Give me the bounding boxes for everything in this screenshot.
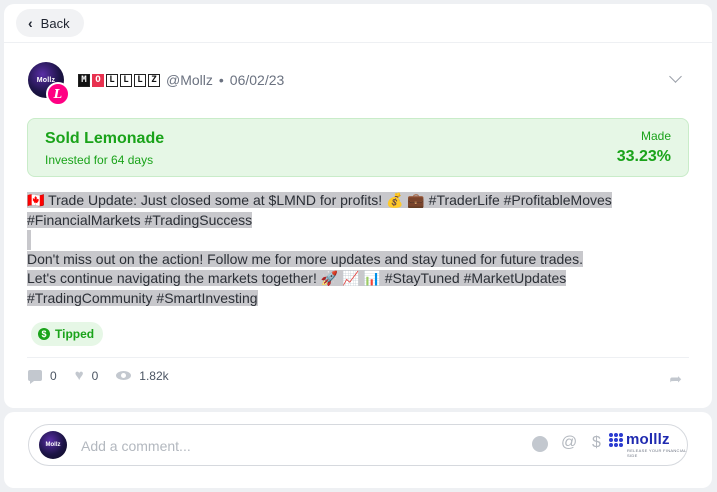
eye-icon — [116, 371, 132, 380]
like-count: 0 — [91, 368, 99, 383]
avatar-logo-text: Mollz — [45, 442, 61, 448]
name-glyph: L — [120, 73, 132, 87]
author-line: M O L L L Z @Mollz • 06/02/23 — [78, 72, 284, 88]
result-subtitle: Invested for 64 days — [45, 153, 154, 167]
user-avatar: Mollz — [39, 431, 67, 459]
comment-composer: Mollz @ $ molllz RELEASE YOUR FINANCIAL … — [4, 412, 712, 488]
post-text: Let's continue navigating the markets to… — [27, 270, 567, 286]
meta-separator: • — [218, 72, 224, 88]
comment-button[interactable]: 0 — [28, 368, 57, 384]
post-text: #FinancialMarkets #TradingSuccess — [27, 211, 253, 228]
post-body: 🇨🇦 Trade Update: Just closed some at $LM… — [27, 191, 667, 308]
trade-result-box: Sold Lemonade Invested for 64 days Made … — [27, 118, 689, 177]
made-value: 33.23% — [616, 148, 671, 165]
comment-box: Mollz @ $ molllz RELEASE YOUR FINANCIAL … — [28, 424, 688, 466]
mention-icon[interactable]: @ — [561, 434, 577, 452]
share-icon[interactable]: ➦ — [669, 370, 682, 388]
chevron-down-icon[interactable] — [669, 70, 682, 83]
divider — [27, 357, 689, 358]
post-text: #TradingCommunity #SmartInvesting — [27, 289, 258, 306]
blank-line — [27, 230, 667, 250]
tipped-label: Tipped — [55, 327, 95, 341]
name-glyph: L — [134, 73, 146, 87]
view-count: 1.82k — [139, 368, 169, 383]
logo-dots-icon — [609, 432, 623, 447]
chevron-left-icon: ‹ — [28, 15, 33, 31]
heart-icon: ♥ — [74, 367, 84, 384]
like-button[interactable]: ♥ 0 — [75, 368, 99, 383]
result-title: Sold Lemonade — [45, 130, 165, 147]
top-bar: ‹ Back — [4, 4, 712, 43]
post-text: 🇨🇦 Trade Update: Just closed some at $LM… — [27, 192, 612, 208]
dollar-icon: $ — [38, 328, 50, 340]
brand-name: molllz — [626, 431, 670, 448]
name-glyph: Z — [148, 73, 160, 87]
comment-icon — [28, 370, 42, 384]
back-label: Back — [40, 15, 70, 31]
comment-count: 0 — [50, 368, 57, 383]
tip-dollar-icon[interactable]: $ — [592, 434, 601, 452]
name-glyph: L — [106, 73, 118, 87]
made-label: Made — [640, 129, 671, 143]
post-text-line: #TradingCommunity #SmartInvesting — [27, 289, 667, 309]
post-text-line: Don't miss out on the action! Follow me … — [27, 250, 667, 270]
views-stat: 1.82k — [116, 368, 169, 383]
emoji-icon[interactable] — [532, 436, 548, 452]
brand-tagline: RELEASE YOUR FINANCIAL SIDE — [627, 448, 687, 458]
post-header: Mollz L M O L L L Z @Mollz • 06/02/23 — [28, 60, 688, 106]
comment-input[interactable] — [79, 435, 523, 457]
tipped-badge: $ Tipped — [31, 322, 104, 346]
lemon-badge-icon: L — [46, 82, 70, 106]
author-name[interactable]: M O L L L Z — [78, 73, 160, 87]
post-text-line: #FinancialMarkets #TradingSuccess — [27, 211, 667, 231]
logo-row: molllz — [609, 431, 670, 448]
name-glyph: O — [92, 73, 104, 87]
post-text-line: Let's continue navigating the markets to… — [27, 269, 667, 289]
post-text: Don't miss out on the action! Follow me … — [27, 250, 583, 267]
post-text-line: 🇨🇦 Trade Update: Just closed some at $LM… — [27, 191, 667, 211]
post-actions: 0 ♥ 0 1.82k — [28, 368, 187, 384]
author-handle[interactable]: @Mollz — [166, 72, 213, 88]
post-date: 06/02/23 — [229, 72, 285, 88]
name-glyph: M — [78, 73, 90, 87]
post-card: ‹ Back Mollz L M O L L L Z @Mollz • 06/0… — [4, 4, 712, 408]
author-avatar[interactable]: Mollz L — [28, 62, 70, 106]
molllz-logo: molllz RELEASE YOUR FINANCIAL SIDE — [609, 431, 687, 458]
back-button[interactable]: ‹ Back — [16, 9, 84, 37]
